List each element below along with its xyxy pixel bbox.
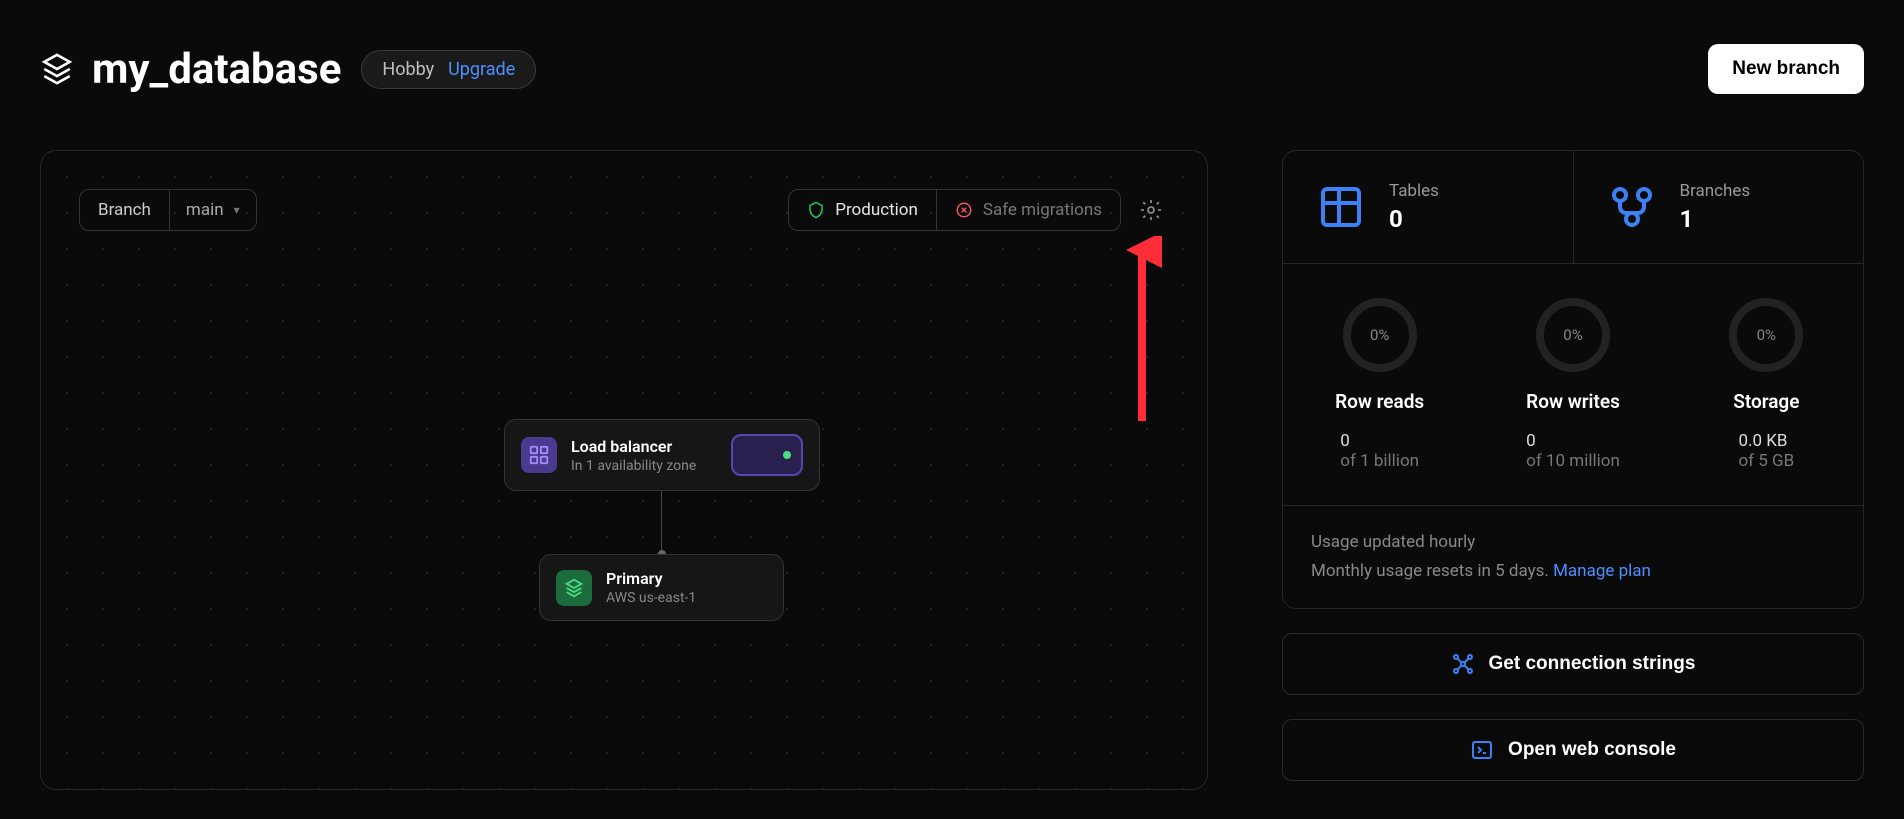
storage-title: Storage bbox=[1733, 390, 1799, 413]
database-node-icon bbox=[563, 577, 585, 599]
row-reads-usage: 0% Row reads 0 of 1 billion bbox=[1283, 264, 1476, 505]
web-console-button[interactable]: Open web console bbox=[1282, 719, 1864, 781]
connection-strings-button[interactable]: Get connection strings bbox=[1282, 633, 1864, 695]
primary-node-subtitle: AWS us-east-1 bbox=[606, 590, 696, 606]
branches-value: 1 bbox=[1680, 205, 1751, 233]
database-icon bbox=[40, 52, 74, 86]
branch-label: Branch bbox=[80, 190, 170, 230]
page-header: my_database Hobby Upgrade New branch bbox=[0, 0, 1904, 94]
web-console-label: Open web console bbox=[1508, 739, 1676, 761]
new-branch-button[interactable]: New branch bbox=[1708, 44, 1864, 94]
production-label: Production bbox=[835, 200, 918, 220]
tier-pill: Hobby Upgrade bbox=[361, 50, 536, 89]
tables-stat[interactable]: Tables 0 bbox=[1283, 151, 1573, 263]
row-reads-title: Row reads bbox=[1335, 390, 1424, 413]
lb-node-subtitle: In 1 availability zone bbox=[571, 458, 696, 474]
stats-card: Tables 0 Branches 1 bbox=[1282, 150, 1864, 609]
primary-node-title: Primary bbox=[606, 569, 696, 588]
lb-status-chip bbox=[731, 434, 803, 476]
safe-migrations-label: Safe migrations bbox=[983, 200, 1102, 220]
annotation-arrow bbox=[1122, 236, 1162, 426]
database-name: my_database bbox=[92, 45, 341, 94]
settings-button[interactable] bbox=[1133, 192, 1169, 228]
branch-selector[interactable]: Branch main ▾ bbox=[79, 189, 257, 231]
row-writes-limit: of 10 million bbox=[1526, 451, 1620, 471]
tables-label: Tables bbox=[1389, 181, 1439, 201]
load-balancer-node[interactable]: Load balancer In 1 availability zone bbox=[504, 419, 820, 491]
safe-migrations-pill[interactable]: Safe migrations bbox=[936, 190, 1120, 230]
lb-node-title: Load balancer bbox=[571, 437, 696, 456]
storage-usage: 0% Storage 0.0 KB of 5 GB bbox=[1670, 264, 1863, 505]
row-writes-title: Row writes bbox=[1526, 390, 1620, 413]
manage-plan-link[interactable]: Manage plan bbox=[1553, 561, 1651, 581]
status-dot-icon bbox=[783, 451, 791, 459]
row-writes-value: 0 bbox=[1526, 431, 1620, 451]
shield-icon bbox=[807, 200, 825, 220]
row-writes-ring: 0% bbox=[1536, 298, 1610, 372]
row-writes-usage: 0% Row writes 0 of 10 million bbox=[1476, 264, 1669, 505]
terminal-icon bbox=[1470, 738, 1494, 762]
storage-value: 0.0 KB bbox=[1738, 431, 1794, 451]
x-circle-icon bbox=[955, 201, 973, 219]
primary-node[interactable]: Primary AWS us-east-1 bbox=[539, 554, 784, 621]
row-reads-ring: 0% bbox=[1343, 298, 1417, 372]
production-pill[interactable]: Production bbox=[789, 190, 936, 230]
tier-name: Hobby bbox=[382, 59, 434, 80]
chevron-down-icon: ▾ bbox=[234, 203, 240, 217]
branches-label: Branches bbox=[1680, 181, 1751, 201]
row-reads-limit: of 1 billion bbox=[1340, 451, 1419, 471]
branches-stat[interactable]: Branches 1 bbox=[1573, 151, 1864, 263]
connection-icon bbox=[1451, 652, 1475, 676]
storage-limit: of 5 GB bbox=[1738, 451, 1794, 471]
usage-updated-text: Usage updated hourly bbox=[1311, 528, 1835, 557]
load-balancer-icon bbox=[528, 444, 550, 466]
sidebar: Tables 0 Branches 1 bbox=[1282, 150, 1864, 790]
branches-icon bbox=[1608, 183, 1656, 231]
upgrade-link[interactable]: Upgrade bbox=[448, 59, 515, 80]
table-icon bbox=[1317, 183, 1365, 231]
connection-strings-label: Get connection strings bbox=[1489, 653, 1696, 675]
monthly-reset-text: Monthly usage resets in 5 days. bbox=[1311, 561, 1553, 581]
branch-value: main bbox=[186, 200, 224, 220]
storage-ring: 0% bbox=[1729, 298, 1803, 372]
tables-value: 0 bbox=[1389, 205, 1439, 233]
gear-icon bbox=[1139, 198, 1163, 222]
topology-canvas: Branch main ▾ Production bbox=[40, 150, 1208, 790]
row-reads-value: 0 bbox=[1340, 431, 1419, 451]
